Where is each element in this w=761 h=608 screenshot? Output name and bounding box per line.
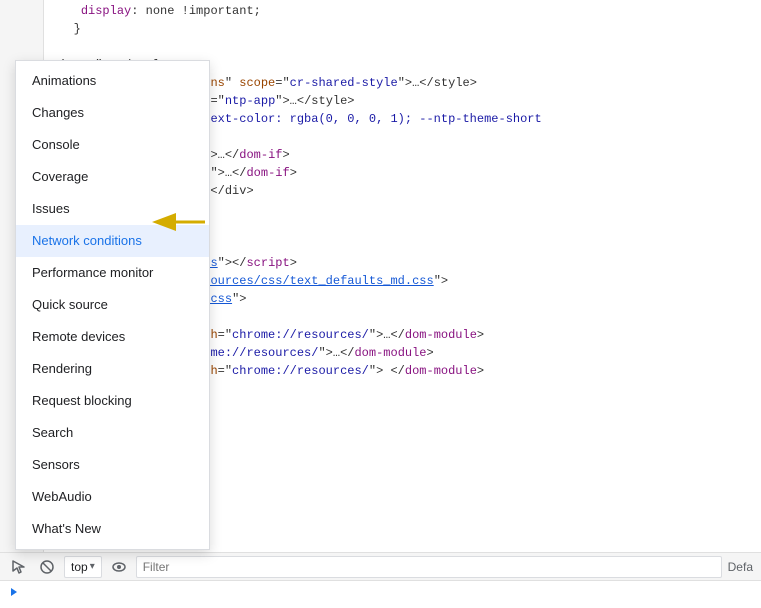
bottom-toolbar-row1: top ▾ Defa	[0, 552, 761, 580]
inspect-button[interactable]	[8, 556, 30, 578]
block-button[interactable]	[36, 556, 58, 578]
menu-item-rendering[interactable]: Rendering	[16, 353, 209, 385]
context-menu: Animations Changes Console Coverage Issu…	[15, 60, 210, 550]
eye-icon	[111, 559, 127, 575]
menu-item-remote-devices[interactable]: Remote devices	[16, 321, 209, 353]
menu-item-console[interactable]: Console	[16, 129, 209, 161]
menu-item-webaudio[interactable]: WebAudio	[16, 481, 209, 513]
menu-item-sensors[interactable]: Sensors	[16, 449, 209, 481]
console-prompt-bar[interactable]	[0, 580, 761, 608]
menu-item-request-blocking[interactable]: Request blocking	[16, 385, 209, 417]
menu-item-animations[interactable]: Animations	[16, 65, 209, 97]
menu-item-search[interactable]: Search	[16, 417, 209, 449]
chevron-right-icon	[8, 586, 20, 598]
prompt-icon	[8, 586, 20, 603]
menu-item-performance-monitor[interactable]: Performance monitor	[16, 257, 209, 289]
inspect-icon	[11, 559, 27, 575]
block-icon	[39, 559, 55, 575]
eye-button[interactable]	[108, 556, 130, 578]
chevron-down-icon: ▾	[90, 561, 95, 572]
menu-item-coverage[interactable]: Coverage	[16, 161, 209, 193]
menu-item-changes[interactable]: Changes	[16, 97, 209, 129]
arrow-icon	[150, 202, 210, 242]
frame-selector-value: top	[71, 560, 88, 574]
frame-selector[interactable]: top ▾	[64, 556, 102, 578]
filter-input[interactable]	[136, 556, 722, 578]
menu-item-quick-source[interactable]: Quick source	[16, 289, 209, 321]
menu-item-whats-new[interactable]: What's New	[16, 513, 209, 545]
default-label: Defa	[728, 560, 753, 574]
